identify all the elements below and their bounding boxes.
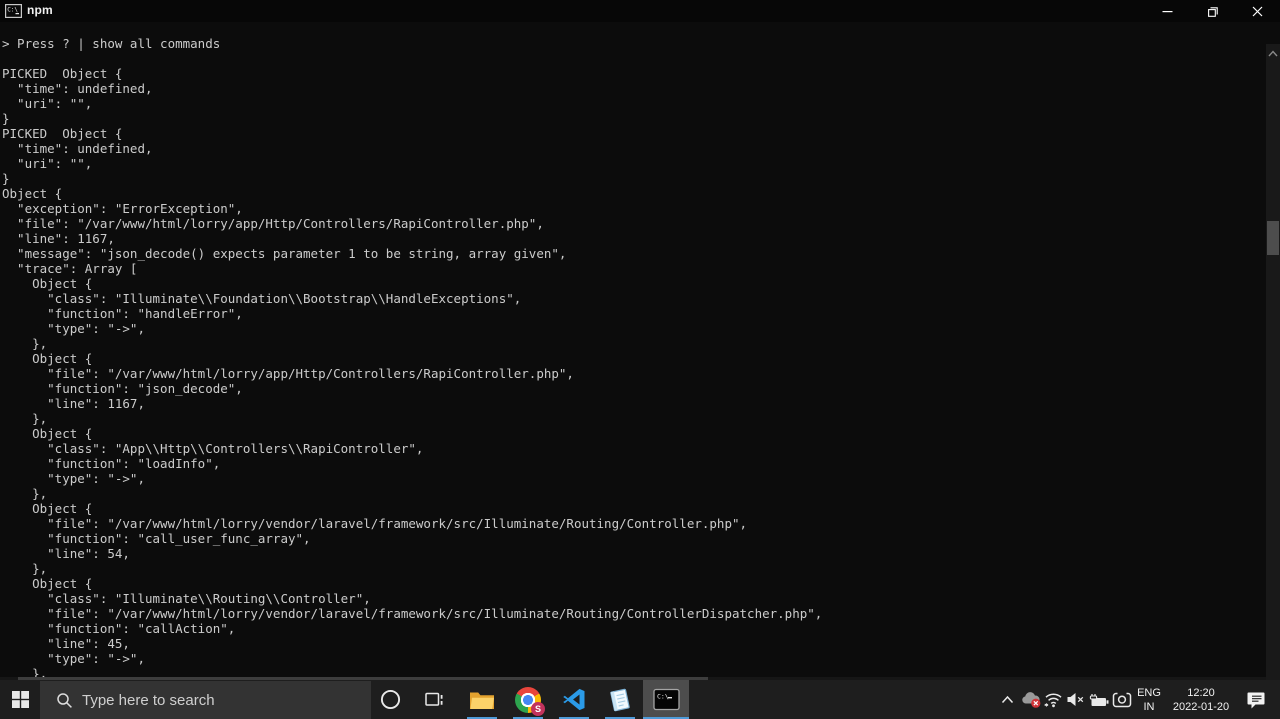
wifi-icon bbox=[1043, 691, 1064, 708]
action-center-button[interactable] bbox=[1242, 680, 1270, 719]
meet-now-icon bbox=[1112, 691, 1132, 709]
tray-volume-button[interactable] bbox=[1064, 680, 1087, 719]
taskbar-app-vscode[interactable] bbox=[551, 680, 597, 719]
cmd-window-icon: C:\ bbox=[5, 4, 22, 18]
desktop-screen: C:\ npm > Press ? | show all commands PI… bbox=[0, 0, 1280, 719]
tray-meet-now-button[interactable] bbox=[1110, 680, 1133, 719]
restore-icon bbox=[1207, 5, 1219, 17]
taskbar: S C:\ bbox=[0, 680, 1280, 719]
chevron-up-icon bbox=[1001, 695, 1014, 704]
tray-battery-button[interactable] bbox=[1086, 680, 1109, 719]
scroll-up-arrow-icon[interactable] bbox=[1266, 46, 1280, 60]
tray-clock[interactable]: 12:20 2022-01-20 bbox=[1160, 680, 1242, 719]
taskbar-app-command-prompt[interactable]: C:\ bbox=[643, 680, 689, 719]
volume-muted-icon bbox=[1066, 692, 1085, 707]
command-prompt-icon: C:\ bbox=[653, 688, 680, 711]
search-input[interactable] bbox=[82, 692, 352, 709]
chrome-icon: S bbox=[515, 687, 541, 713]
minimize-icon bbox=[1162, 6, 1173, 17]
language-region: IN bbox=[1144, 700, 1155, 714]
tray-chevron-up-button[interactable] bbox=[996, 680, 1019, 719]
task-view-button[interactable] bbox=[413, 680, 455, 719]
svg-text:C:\: C:\ bbox=[7, 7, 18, 14]
terminal-output-area[interactable]: > Press ? | show all commands PICKED Obj… bbox=[0, 22, 1280, 680]
cortana-button[interactable] bbox=[371, 680, 409, 719]
onedrive-error-icon bbox=[1020, 690, 1042, 709]
taskbar-app-chrome[interactable]: S bbox=[505, 680, 551, 719]
close-button[interactable] bbox=[1235, 0, 1280, 22]
window-title: npm bbox=[27, 3, 53, 17]
taskbar-app-notepad[interactable] bbox=[597, 680, 643, 719]
taskbar-app-file-explorer[interactable] bbox=[459, 680, 505, 719]
vertical-scrollbar[interactable] bbox=[1266, 44, 1280, 702]
cortana-icon bbox=[380, 689, 401, 710]
vscode-icon bbox=[562, 687, 587, 712]
clock-date: 2022-01-20 bbox=[1173, 700, 1229, 714]
tray-onedrive-button[interactable] bbox=[1019, 680, 1042, 719]
taskbar-search-box[interactable] bbox=[40, 681, 371, 719]
clock-time: 12:20 bbox=[1187, 686, 1215, 700]
window-titlebar[interactable]: C:\ npm bbox=[0, 0, 1280, 22]
action-center-icon bbox=[1246, 690, 1266, 709]
file-explorer-icon bbox=[469, 689, 495, 711]
notepad-icon bbox=[607, 687, 633, 713]
search-icon bbox=[56, 692, 73, 709]
windows-logo-icon bbox=[12, 691, 29, 708]
chrome-profile-badge: S bbox=[531, 702, 545, 716]
minimize-button[interactable] bbox=[1145, 0, 1190, 22]
svg-text:C:\: C:\ bbox=[657, 693, 669, 701]
vertical-scrollbar-thumb[interactable] bbox=[1267, 221, 1279, 255]
start-button[interactable] bbox=[0, 680, 40, 719]
tray-network-button[interactable] bbox=[1042, 680, 1065, 719]
terminal-text: > Press ? | show all commands PICKED Obj… bbox=[2, 36, 822, 681]
language-code: ENG bbox=[1137, 686, 1161, 700]
close-icon bbox=[1252, 6, 1263, 17]
task-view-icon bbox=[425, 691, 444, 708]
restore-button[interactable] bbox=[1190, 0, 1235, 22]
battery-charging-icon bbox=[1087, 692, 1109, 708]
